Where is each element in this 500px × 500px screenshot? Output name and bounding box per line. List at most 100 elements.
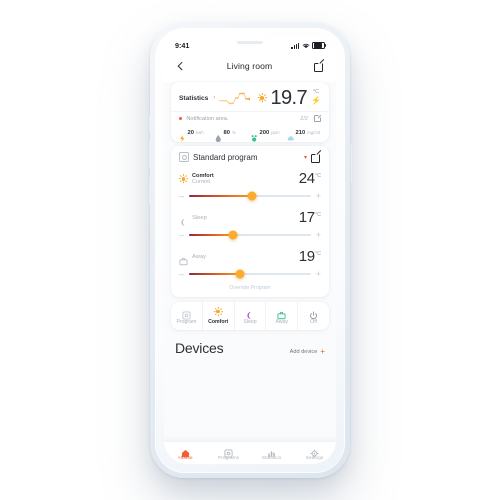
- metric-unit: %: [231, 130, 236, 135]
- away-increase-button[interactable]: +: [316, 269, 321, 279]
- sleep-value-group: 17°C: [299, 209, 321, 227]
- mode-comfort[interactable]: Comfort: [202, 302, 235, 330]
- notification-count: 2/2: [300, 115, 308, 122]
- program-name[interactable]: Standard program: [193, 153, 302, 162]
- comfort-value: 24: [298, 170, 315, 187]
- phone-power-button: [350, 143, 352, 183]
- away-slider-thumb: [235, 269, 245, 279]
- phone-mute-switch: [148, 115, 150, 131]
- calendar-icon: [182, 307, 191, 320]
- statistics-summary-row: Statistics › 19.7 °C ⚡: [171, 82, 329, 111]
- metric-value: 200: [259, 129, 270, 136]
- away-slider-track[interactable]: [189, 269, 311, 279]
- phone-screen: 9:41 Living room Statistics › 19.7 °C ⚡ …: [164, 37, 336, 464]
- sleep-increase-button[interactable]: +: [316, 230, 321, 240]
- tab-house[interactable]: House: [164, 445, 207, 461]
- devices-section-header: Devices Add device +: [171, 340, 329, 356]
- comfort-slider-fill: [189, 195, 253, 197]
- external-link-icon[interactable]: [314, 115, 321, 122]
- scroll-content[interactable]: Statistics › 19.7 °C ⚡ Notification area…: [164, 82, 336, 464]
- comfort-row-header: Comfort Current 24°C: [171, 168, 329, 188]
- metric-energy[interactable]: 20 kwh: [179, 129, 213, 142]
- metric-humidity[interactable]: 80 %: [215, 129, 249, 143]
- back-button[interactable]: [176, 62, 185, 71]
- energy-bolt-icon: [179, 129, 186, 142]
- phone-volume-up-button: [148, 141, 150, 169]
- notification-text: Notification area.: [186, 115, 229, 122]
- statistics-label[interactable]: Statistics: [179, 95, 208, 102]
- metric-air-quality[interactable]: 210 mg/m3: [287, 129, 321, 141]
- metric-value: 80: [223, 129, 230, 136]
- mode-program[interactable]: Program: [171, 302, 203, 330]
- sun-icon: [213, 306, 224, 317]
- sleep-slider-fill: [189, 234, 233, 236]
- phone-notch: [216, 37, 284, 50]
- metric-co2[interactable]: 200 ppm: [251, 129, 285, 142]
- plus-icon: +: [320, 346, 325, 356]
- comfort-increase-button[interactable]: +: [316, 191, 321, 201]
- chevron-down-icon[interactable]: ▾: [304, 154, 307, 161]
- sleep-row-header: Sleep 17°C: [171, 207, 329, 227]
- away-slider-fill: [189, 273, 241, 275]
- comfort-value-group: 24°C: [299, 170, 321, 188]
- mode-off[interactable]: Off: [298, 302, 329, 330]
- phone-volume-down-button: [148, 177, 150, 205]
- metric-unit: kwh: [195, 130, 204, 135]
- sleep-slider-track[interactable]: [189, 230, 311, 240]
- temperature-unit: °C: [312, 89, 320, 96]
- nav-header: Living room: [164, 54, 336, 78]
- wifi-icon: [302, 43, 309, 48]
- override-program-link[interactable]: Override Program: [171, 285, 329, 297]
- statistics-chevron-icon[interactable]: ›: [213, 95, 215, 101]
- away-decrease-button[interactable]: –: [179, 269, 184, 279]
- away-value-group: 19°C: [299, 248, 321, 266]
- power-icon: [309, 307, 318, 320]
- briefcase-icon: [277, 307, 286, 320]
- battery-icon: [312, 41, 326, 50]
- status-bar-time: 9:41: [175, 41, 190, 50]
- lightning-bolt-icon: ⚡: [311, 95, 321, 105]
- program-header[interactable]: Standard program ▾: [171, 146, 329, 168]
- bar-chart-icon: [267, 445, 276, 458]
- comfort-decrease-button[interactable]: –: [179, 191, 184, 201]
- house-icon: [181, 445, 190, 458]
- comfort-slider-track[interactable]: [189, 191, 311, 201]
- sleep-slider[interactable]: – +: [171, 227, 329, 246]
- screenshot-root: 9:41 Living room Statistics › 19.7 °C ⚡ …: [0, 0, 500, 500]
- bottom-tab-bar: House Programs Statistics Settings: [164, 441, 336, 464]
- comfort-slider[interactable]: – +: [171, 188, 329, 207]
- tab-programs[interactable]: Programs: [207, 445, 250, 461]
- mode-label: Comfort: [208, 318, 229, 325]
- mode-away[interactable]: Away: [266, 302, 299, 330]
- calendar-icon: [224, 445, 233, 458]
- sleep-decrease-button[interactable]: –: [179, 230, 184, 240]
- page-title: Living room: [226, 61, 273, 71]
- away-unit: °C: [315, 250, 321, 257]
- tab-settings[interactable]: Settings: [293, 445, 336, 461]
- devices-title: Devices: [175, 339, 224, 356]
- metrics-row: 20 kwh 80 % 200 ppm 210 mg/m3: [171, 126, 329, 143]
- metric-value: 20: [187, 129, 194, 136]
- away-slider[interactable]: – +: [171, 266, 329, 285]
- sparkline-chart: [219, 89, 253, 107]
- program-edit-button[interactable]: [311, 152, 321, 163]
- header-edit-button[interactable]: [314, 61, 324, 72]
- add-device-button[interactable]: Add device +: [289, 346, 325, 356]
- sun-icon: [257, 93, 267, 103]
- co2-icon: [251, 129, 258, 142]
- temperature-unit-group: °C ⚡: [311, 89, 321, 105]
- add-device-label: Add device: [289, 348, 318, 355]
- program-card: Standard program ▾ Comfort Current 24°C …: [171, 146, 329, 297]
- away-row-header: Away 19°C: [171, 246, 329, 266]
- status-bar-indicators: [291, 41, 326, 50]
- tab-statistics[interactable]: Statistics: [250, 445, 293, 461]
- comfort-unit: °C: [315, 172, 321, 179]
- briefcase-icon: [179, 253, 188, 265]
- sleep-value: 17: [298, 209, 315, 226]
- sleep-title: Sleep: [192, 215, 207, 221]
- notification-row[interactable]: Notification area. 2/2: [171, 111, 329, 126]
- mode-sleep[interactable]: Sleep: [235, 302, 267, 330]
- sun-icon: [178, 174, 189, 184]
- statistics-card[interactable]: Statistics › 19.7 °C ⚡ Notification area…: [171, 82, 329, 143]
- away-title: Away: [192, 254, 207, 260]
